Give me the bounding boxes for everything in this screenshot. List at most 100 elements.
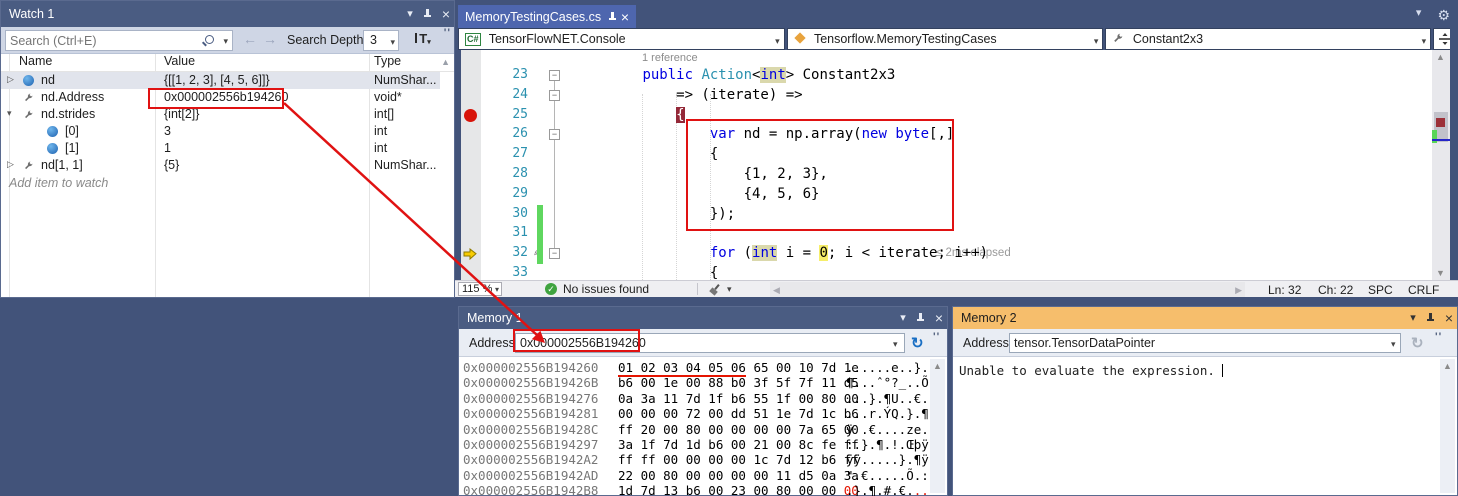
memory2-address-input[interactable] (1009, 333, 1401, 353)
code-line[interactable]: 24− => (iterate) => (461, 86, 1432, 106)
watch-row[interactable]: nd.Address0x000002556b194260void* (1, 89, 440, 106)
toolbar-overflow-icon[interactable]: '' (933, 331, 940, 343)
code-line[interactable]: 28 {1, 2, 3}, (461, 165, 1432, 185)
search-depth-select[interactable]: 3 ▾ (363, 30, 399, 51)
memory1-scrollbar[interactable]: ▲ (930, 359, 945, 493)
expander-icon[interactable]: ▷ (7, 74, 14, 85)
collapse-icon[interactable]: − (549, 129, 560, 140)
spaces-indicator[interactable]: SPC (1368, 283, 1393, 297)
address-label: Address: (963, 336, 1012, 350)
close-icon[interactable]: × (1445, 311, 1453, 325)
scroll-right-icon[interactable]: ▶ (1235, 285, 1242, 296)
memory1-panel: Memory 1 ▾ × Address: ▾ ↻ '' 0x000002556… (458, 306, 948, 496)
memory2-scrollbar[interactable]: ▲ (1440, 359, 1455, 493)
search-icon[interactable] (205, 35, 214, 44)
code-line[interactable]: 31 (461, 224, 1432, 244)
scrollbar-breakpoint-mark (1436, 118, 1445, 127)
memory-row[interactable]: 0x000002556B1942760a 3a 11 7d 1f b6 55 1… (459, 391, 929, 406)
memory-row[interactable]: 0x000002556B19428100 00 00 72 00 dd 51 1… (459, 406, 929, 421)
code-editor[interactable]: 1 reference 23− public Action<int> Const… (461, 50, 1432, 280)
column-header-type[interactable]: Type (374, 54, 401, 71)
line-indicator[interactable]: Ln: 32 (1268, 283, 1301, 297)
expander-icon[interactable]: ▷ (7, 159, 14, 170)
memory2-title-bar: Memory 2 ▾ × (953, 307, 1457, 329)
close-icon[interactable]: × (935, 311, 943, 325)
collapse-icon[interactable]: − (549, 90, 560, 101)
code-line[interactable]: 23− public Action<int> Constant2x3 (461, 66, 1432, 86)
editor-horizontal-scrollbar[interactable]: ◀ ▶ (770, 282, 1245, 297)
search-input[interactable] (10, 32, 190, 49)
address-label: Address: (469, 336, 518, 350)
scroll-up-icon[interactable]: ▲ (933, 361, 942, 371)
method-dropdown[interactable]: Constant2x3 ▾ (1105, 28, 1431, 50)
watch-row[interactable]: [1]1int (1, 140, 440, 157)
issues-status[interactable]: No issues found (563, 282, 649, 296)
search-back-icon[interactable]: ← (243, 31, 257, 47)
code-line[interactable]: 30 }); (461, 205, 1432, 225)
gear-icon[interactable]: ⚙ (1437, 8, 1450, 22)
memory1-hex-view[interactable]: 0x000002556B19426001 02 03 04 05 06 65 0… (459, 360, 929, 496)
watch-row[interactable]: ▷nd{[[1, 2, 3], [4, 5, 6]]}NumShar... (1, 72, 440, 89)
memory-row[interactable]: 0x000002556B19428Cff 20 00 80 00 00 00 0… (459, 422, 929, 437)
class-dropdown[interactable]: Tensorflow.MemoryTestingCases ▾ (787, 28, 1104, 50)
watch-filter-icon[interactable]: T▾ (411, 31, 435, 50)
window-position-menu-icon[interactable]: ▾ (407, 9, 413, 20)
address-dropdown-icon[interactable]: ▾ (893, 339, 898, 350)
column-header-value[interactable]: Value (164, 54, 195, 71)
expander-icon[interactable]: ▾ (7, 108, 12, 119)
breakpoint-icon[interactable] (464, 109, 477, 122)
zoom-select[interactable]: 115 %▾ (458, 282, 502, 296)
refresh-icon[interactable]: ↻ (911, 334, 924, 352)
column-header-name[interactable]: Name (19, 54, 52, 71)
code-line[interactable]: 29 {4, 5, 6} (461, 185, 1432, 205)
address-dropdown-icon[interactable]: ▾ (1391, 339, 1396, 350)
code-line[interactable]: 33 { (461, 264, 1432, 280)
code-line[interactable]: 25 { (461, 106, 1432, 126)
project-dropdown[interactable]: C# TensorFlowNET.Console ▾ (458, 28, 785, 50)
watch-row[interactable]: [0]3int (1, 123, 440, 140)
scroll-up-icon[interactable]: ▲ (1436, 52, 1445, 62)
scroll-up-icon[interactable]: ▲ (441, 57, 450, 67)
codelens-references[interactable]: 1 reference (642, 52, 698, 64)
memory-ascii: ...r.ÝQ.}.¶ (846, 406, 929, 421)
watch-row[interactable]: ▾nd.strides{int[2]}int[] (1, 106, 440, 123)
window-position-menu-icon[interactable]: ▾ (1410, 313, 1416, 324)
tab-pin-icon[interactable] (608, 12, 614, 22)
memory-row[interactable]: 0x000002556B1942AD22 00 80 00 00 00 00 1… (459, 468, 929, 483)
close-icon[interactable]: × (442, 7, 450, 21)
memory-row[interactable]: 0x000002556B1942973a 1f 7d 1d b6 00 21 0… (459, 437, 929, 452)
column-indicator[interactable]: Ch: 22 (1318, 283, 1353, 297)
code-cleanup-icon[interactable] (710, 284, 721, 295)
memory-row[interactable]: 0x000002556B1942B81d 7d 13 b6 00 23 00 8… (459, 483, 929, 496)
code-cleanup-dropdown-icon[interactable]: ▾ (727, 284, 732, 295)
add-watch-item-row[interactable]: Add item to watch (1, 175, 108, 192)
pin-icon[interactable] (423, 9, 432, 19)
code-line[interactable]: 27 { (461, 145, 1432, 165)
toolbar-overflow-icon[interactable]: '' (444, 27, 451, 39)
memory-address: 0x000002556B1942AD (463, 468, 598, 483)
code-line[interactable]: 32✎− for (int i = 0; i < iterate; i++)≤ … (461, 244, 1432, 264)
document-tab[interactable]: MemoryTestingCases.cs × (458, 5, 636, 28)
tab-close-icon[interactable]: × (621, 10, 629, 24)
collapse-icon[interactable]: − (549, 248, 560, 259)
memory-row[interactable]: 0x000002556B1942A2ff ff 00 00 00 00 1c 7… (459, 452, 929, 467)
editor-vertical-scrollbar[interactable]: ▲ ▼ (1432, 50, 1450, 280)
code-line[interactable]: 26− var nd = np.array(new byte[,] (461, 125, 1432, 145)
memory-row[interactable]: 0x000002556B19426001 02 03 04 05 06 65 0… (459, 360, 929, 375)
watch-row[interactable]: ▷nd[1, 1]{5}NumShar... (1, 157, 440, 174)
pin-icon[interactable] (916, 313, 925, 323)
window-position-menu-icon[interactable]: ▾ (900, 313, 906, 324)
search-forward-icon[interactable]: → (263, 31, 277, 47)
search-dropdown-icon[interactable]: ▾ (223, 36, 228, 47)
memory1-address-input[interactable] (515, 333, 905, 353)
toolbar-overflow-icon[interactable]: '' (1435, 331, 1442, 343)
scroll-down-icon[interactable]: ▼ (1436, 268, 1445, 278)
scroll-left-icon[interactable]: ◀ (773, 285, 780, 296)
memory-row[interactable]: 0x000002556B19426Bb6 00 1e 00 88 b0 3f 5… (459, 375, 929, 390)
active-files-dropdown-icon[interactable]: ▾ (1416, 8, 1422, 22)
pin-icon[interactable] (1426, 313, 1435, 323)
eol-indicator[interactable]: CRLF (1408, 283, 1439, 297)
collapse-icon[interactable]: − (549, 70, 560, 81)
search-depth-label: Search Depth: (287, 33, 367, 47)
scroll-up-icon[interactable]: ▲ (1443, 361, 1452, 371)
